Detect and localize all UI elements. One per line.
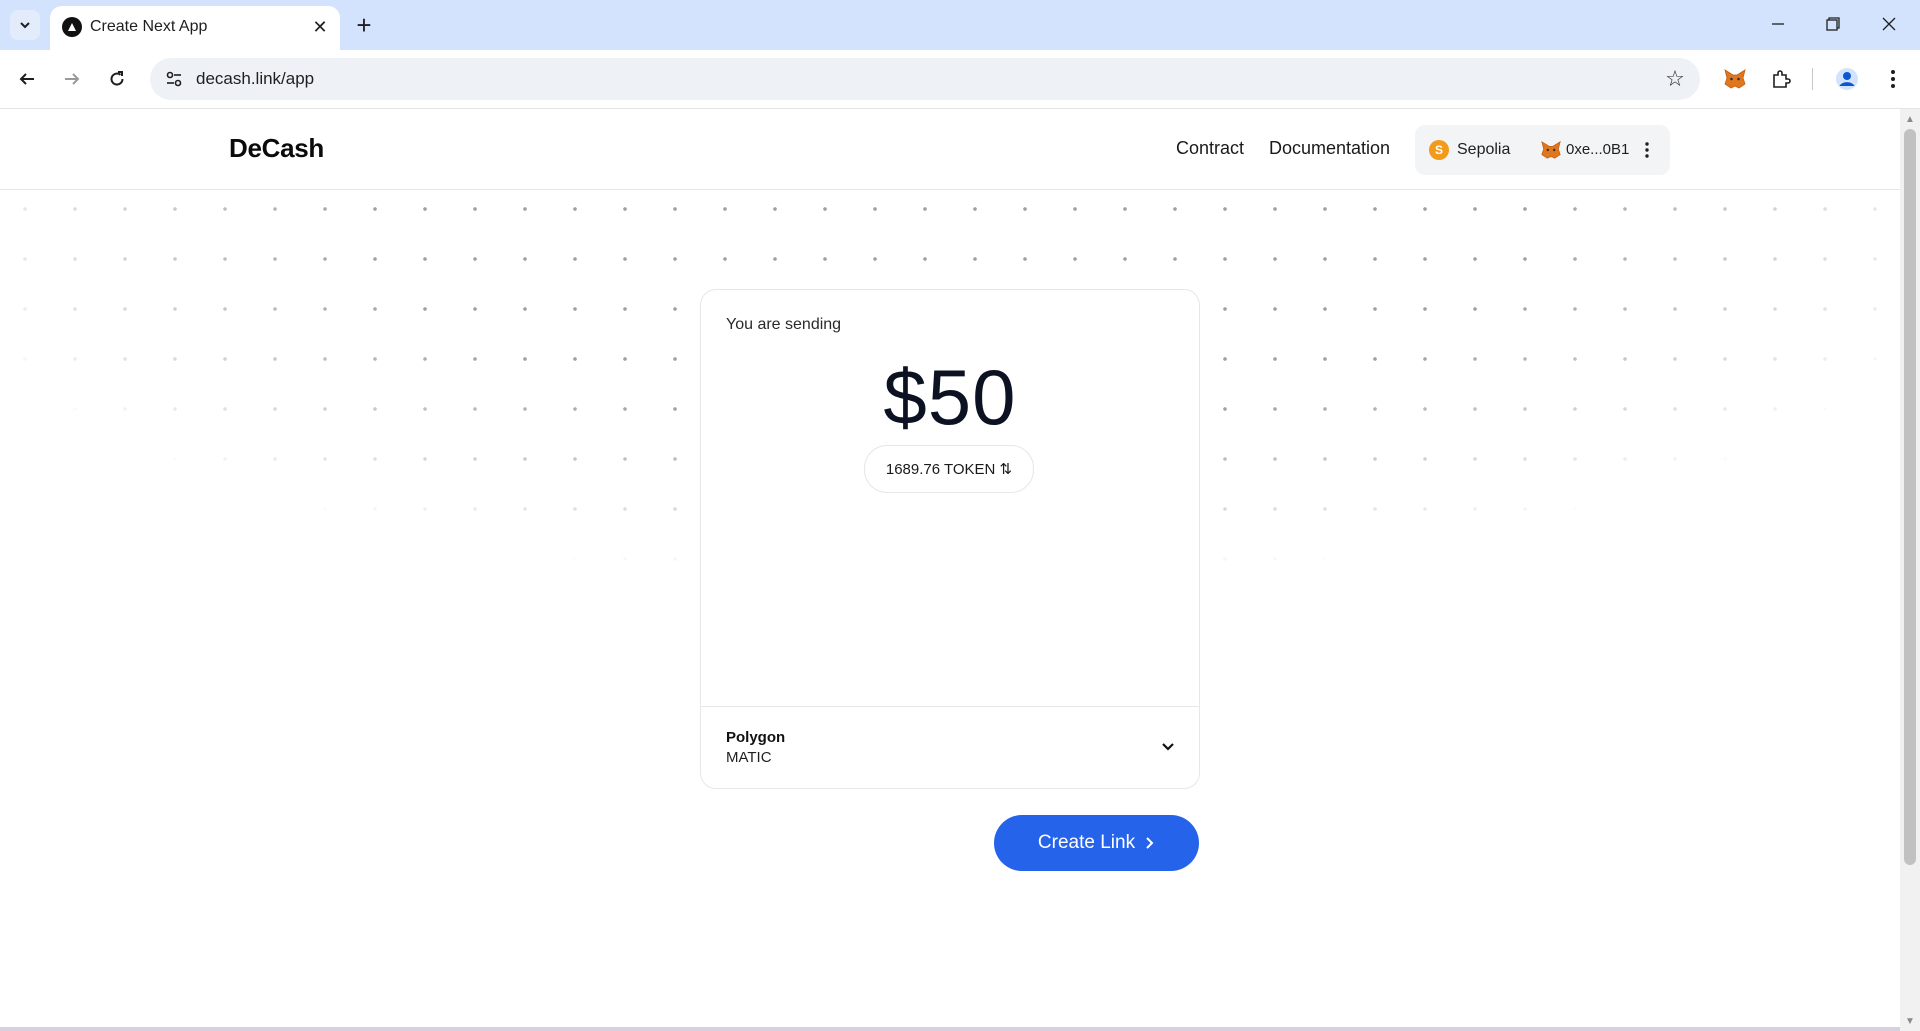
sending-label: You are sending [726,316,842,333]
send-amount[interactable]: $50 [701,352,1199,443]
nav-link-documentation[interactable]: Documentation [1269,138,1390,159]
chevron-down-icon[interactable] [1156,735,1180,759]
scroll-down-arrow-icon[interactable]: ▼ [1904,1015,1916,1027]
create-link-button[interactable]: Create Link [994,815,1199,871]
wallet-address[interactable]: 0xe...0B1 [1566,141,1629,158]
back-arrow-icon[interactable] [10,62,44,96]
tab-close-icon[interactable]: ✕ [308,15,332,39]
tab-search-chevron-icon[interactable] [10,10,40,40]
scroll-up-arrow-icon[interactable]: ▲ [1904,113,1916,125]
forward-arrow-icon[interactable] [55,62,89,96]
scrollbar-thumb[interactable] [1904,129,1916,865]
sepolia-network-icon: S [1429,140,1449,160]
minimize-window-icon[interactable] [1755,6,1801,42]
address-bar[interactable]: decash.link/app ☆ [150,58,1700,100]
create-link-label: Create Link [1037,832,1136,853]
toolbar-separator [1812,68,1813,90]
extensions-puzzle-icon[interactable] [1764,62,1798,96]
close-window-icon[interactable] [1866,6,1912,42]
chevron-right-icon [1146,837,1154,849]
new-tab-button[interactable]: + [350,11,378,39]
site-header: DeCash Contract Documentation S Sepolia … [0,109,1900,190]
vertical-scrollbar[interactable]: ▲ ▼ [1900,109,1920,1031]
browser-tab-bar: Create Next App ✕ + [0,0,1920,50]
token-amount-toggle[interactable]: 1689.76 TOKEN ⇅ [864,445,1034,493]
nav-link-contract[interactable]: Contract [1176,138,1244,159]
site-info-tune-icon[interactable] [162,67,186,91]
bottom-edge-strip [0,1027,1900,1031]
chain-selector[interactable]: Polygon MATIC [701,706,1199,788]
metamask-extension-icon[interactable] [1718,62,1752,96]
restore-window-icon[interactable] [1810,6,1856,42]
wallet-menu-kebab-icon[interactable] [1637,137,1657,163]
decash-logo[interactable]: DeCash [229,133,324,164]
url-text[interactable]: decash.link/app [196,69,314,89]
browser-toolbar: decash.link/app ☆ [0,50,1920,109]
metamask-fox-icon [1541,140,1561,159]
page-viewport: DeCash Contract Documentation S Sepolia … [0,109,1900,1031]
reload-icon[interactable] [100,62,134,96]
wallet-connection-box: S Sepolia 0xe...0B1 [1415,125,1670,175]
browser-menu-kebab-icon[interactable] [1876,62,1910,96]
chain-token: MATIC [726,749,772,766]
tab-title: Create Next App [90,18,208,35]
browser-tab[interactable]: Create Next App ✕ [50,6,340,50]
send-card: You are sending $50 1689.76 TOKEN ⇅ Poly… [700,289,1200,789]
nextjs-favicon-icon [62,17,82,37]
chain-name: Polygon [726,729,786,746]
profile-avatar-icon[interactable] [1830,62,1864,96]
network-name[interactable]: Sepolia [1457,141,1510,159]
bookmark-star-icon[interactable]: ☆ [1662,66,1688,92]
